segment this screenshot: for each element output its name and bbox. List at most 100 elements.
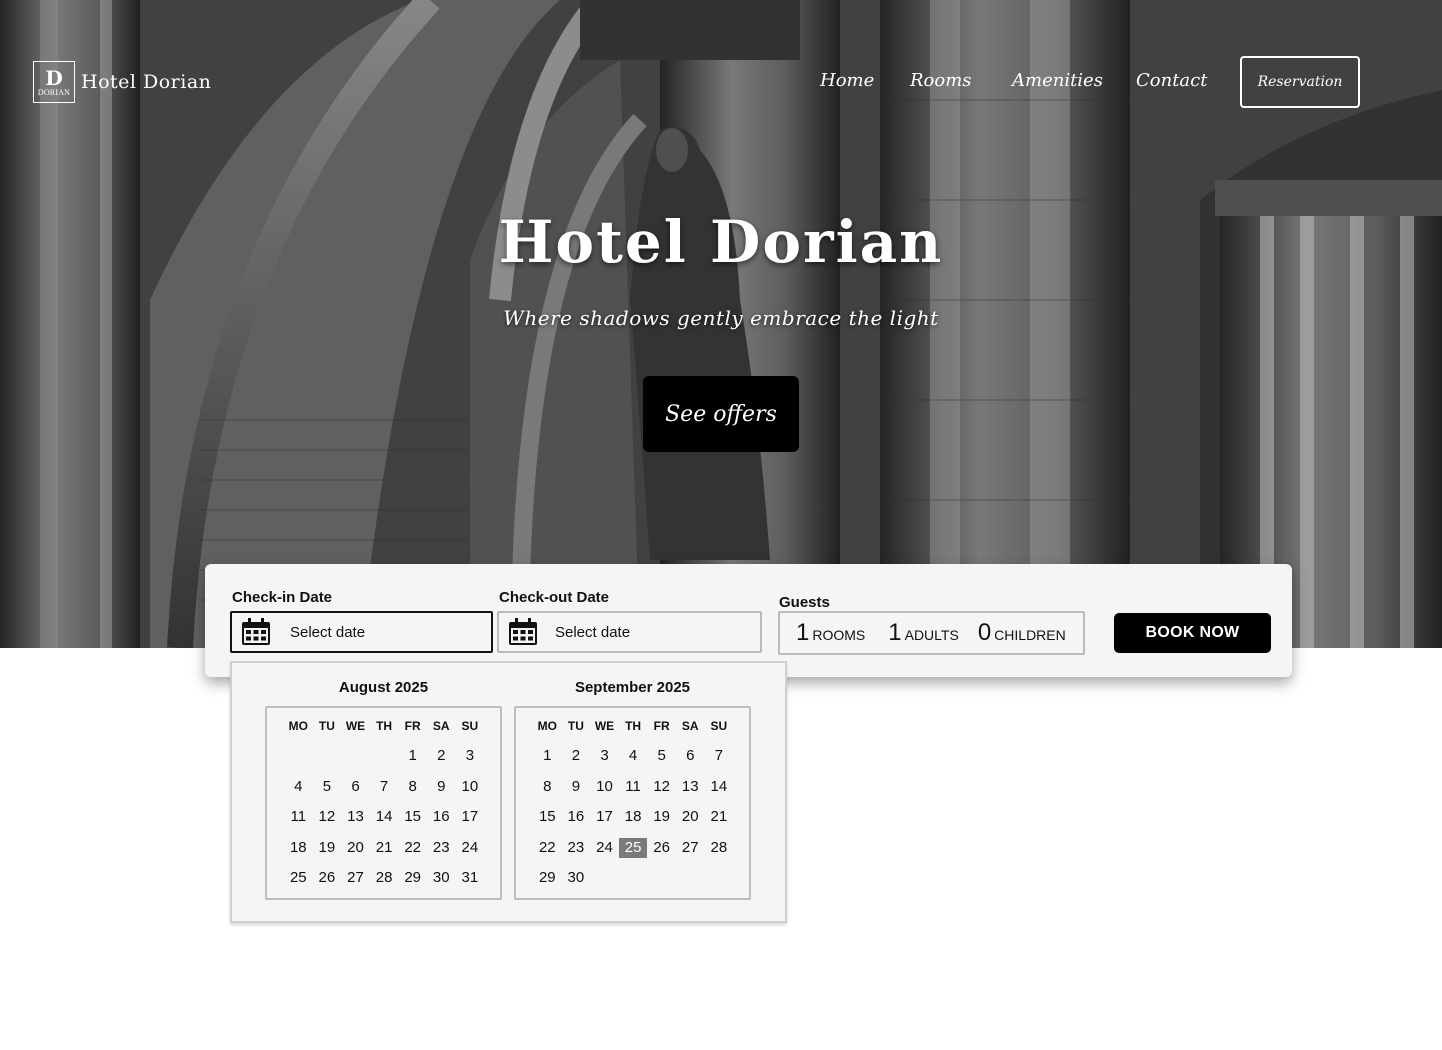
calendar-day[interactable]: 15: [533, 807, 562, 827]
reservation-button[interactable]: Reservation: [1240, 56, 1360, 108]
month-grid-august: MO TU WE TH FR SA SU 1 2 3 4 5 6 7 8 9 10 11 12 13 14 15 16 17 1…: [265, 706, 502, 900]
hero-title: Hotel Dorian: [498, 208, 944, 276]
calendar-day[interactable]: 18: [619, 807, 648, 827]
nav-contact[interactable]: Contact: [1136, 70, 1207, 91]
calendar-day[interactable]: 13: [676, 777, 705, 797]
calendar-empty-cell: [676, 868, 705, 888]
calendar-day[interactable]: 13: [341, 807, 370, 827]
calendar-day[interactable]: 12: [313, 807, 342, 827]
calendar-day[interactable]: 9: [427, 777, 456, 797]
calendar-day[interactable]: 8: [533, 777, 562, 797]
calendar-day[interactable]: 8: [398, 777, 427, 797]
calendar-day[interactable]: 19: [313, 838, 342, 858]
calendar-day[interactable]: 22: [533, 838, 562, 858]
calendar-day[interactable]: 21: [370, 838, 399, 858]
calendar-day[interactable]: 22: [398, 838, 427, 858]
calendar-day[interactable]: 2: [427, 746, 456, 766]
calendar-day[interactable]: 30: [427, 868, 456, 888]
calendar-day[interactable]: 7: [370, 777, 399, 797]
calendar-day[interactable]: 20: [676, 807, 705, 827]
calendar-day[interactable]: 14: [370, 807, 399, 827]
adults-count: 1: [888, 619, 902, 646]
brand-name: Hotel Dorian: [81, 71, 212, 93]
calendar-day[interactable]: 21: [705, 807, 734, 827]
calendar-day[interactable]: 5: [647, 746, 676, 766]
calendar-day[interactable]: 27: [676, 838, 705, 858]
calendar-week-row: 8 9 10 11 12 13 14: [533, 777, 733, 797]
checkin-date-input[interactable]: Select date: [230, 611, 493, 653]
calendar-day[interactable]: 23: [427, 838, 456, 858]
calendar-day[interactable]: 9: [562, 777, 591, 797]
calendar-empty-cell: [341, 746, 370, 766]
adults-counter[interactable]: 1 ADULTS: [888, 619, 959, 647]
weekday-label: SA: [432, 719, 450, 733]
hero-subtitle: Where shadows gently embrace the light: [503, 306, 939, 330]
calendar-day[interactable]: 29: [533, 868, 562, 888]
calendar-day[interactable]: 3: [456, 746, 485, 766]
calendar-day[interactable]: 25: [284, 868, 313, 888]
calendar-day[interactable]: 10: [590, 777, 619, 797]
calendar-day[interactable]: 4: [284, 777, 313, 797]
calendar-icon: [242, 618, 270, 645]
calendar-day[interactable]: 20: [341, 838, 370, 858]
calendar-day[interactable]: 29: [398, 868, 427, 888]
calendar-day[interactable]: 11: [284, 807, 313, 827]
calendar-day[interactable]: 27: [341, 868, 370, 888]
weekday-label: TU: [567, 719, 584, 733]
calendar-day[interactable]: 5: [313, 777, 342, 797]
calendar-day[interactable]: 31: [456, 868, 485, 888]
nav-rooms[interactable]: Rooms: [910, 70, 972, 91]
weekday-label: WE: [594, 719, 615, 733]
calendar-day[interactable]: 17: [456, 807, 485, 827]
calendar-day[interactable]: 3: [590, 746, 619, 766]
calendar-day[interactable]: 28: [705, 838, 734, 858]
calendar-week-row: 22 23 24 25 26 27 28: [533, 837, 734, 858]
calendar-empty-cell: [370, 746, 399, 766]
checkout-date-input[interactable]: Select date: [497, 611, 762, 653]
calendar-day[interactable]: 23: [562, 838, 591, 858]
children-counter[interactable]: 0 CHILDREN: [978, 619, 1066, 647]
calendar-day[interactable]: 12: [647, 777, 676, 797]
date-picker-dropdown: August 2025 MO TU WE TH FR SA SU 1 2 3 4 5 6 7 8 9 10 11 1…: [230, 661, 787, 923]
weekday-label: TH: [625, 719, 642, 733]
rooms-label: ROOMS: [812, 627, 866, 643]
calendar-day[interactable]: 19: [647, 807, 676, 827]
calendar-day[interactable]: 16: [562, 807, 591, 827]
calendar-week-row: 25 26 27 28 29 30 31: [284, 868, 484, 888]
calendar-day[interactable]: 18: [284, 838, 313, 858]
guests-selector: 1 ROOMS 1 ADULTS 0 CHILDREN: [778, 611, 1085, 655]
calendar-day[interactable]: 4: [619, 746, 648, 766]
calendar-day[interactable]: 26: [313, 868, 342, 888]
nav-amenities[interactable]: Amenities: [1012, 70, 1103, 91]
nav-home[interactable]: Home: [820, 70, 874, 91]
calendar-day[interactable]: 7: [705, 746, 734, 766]
adults-label: ADULTS: [904, 627, 959, 643]
calendar-day-selected[interactable]: 25: [618, 837, 648, 858]
calendar-day[interactable]: 28: [370, 868, 399, 888]
calendar-day[interactable]: 24: [590, 838, 619, 858]
calendar-week-row: 11 12 13 14 15 16 17: [284, 807, 484, 827]
calendar-day[interactable]: 16: [427, 807, 456, 827]
calendar-day[interactable]: 17: [590, 807, 619, 827]
calendar-icon: [509, 618, 537, 645]
calendar-empty-cell: [705, 868, 734, 888]
logo-subtext: DORIAN: [37, 87, 71, 97]
calendar-day[interactable]: 6: [676, 746, 705, 766]
rooms-counter[interactable]: 1 ROOMS: [796, 619, 865, 647]
calendar-day[interactable]: 24: [456, 838, 485, 858]
weekday-label: SA: [681, 719, 699, 733]
calendar-day[interactable]: 30: [562, 868, 591, 888]
calendar-day[interactable]: 6: [341, 777, 370, 797]
calendar-day[interactable]: 14: [705, 777, 734, 797]
calendar-day[interactable]: 11: [619, 777, 648, 797]
calendar-day[interactable]: 1: [398, 746, 427, 766]
brand-logo[interactable]: D DORIAN Hotel Dorian: [33, 61, 211, 103]
calendar-day[interactable]: 15: [398, 807, 427, 827]
see-offers-button[interactable]: See offers: [643, 376, 799, 452]
calendar-day[interactable]: 26: [647, 838, 676, 858]
calendar-day[interactable]: 1: [533, 746, 562, 766]
book-now-button[interactable]: BOOK NOW: [1114, 613, 1271, 653]
calendar-empty-cell: [647, 868, 676, 888]
calendar-day[interactable]: 10: [456, 777, 485, 797]
calendar-day[interactable]: 2: [562, 746, 591, 766]
